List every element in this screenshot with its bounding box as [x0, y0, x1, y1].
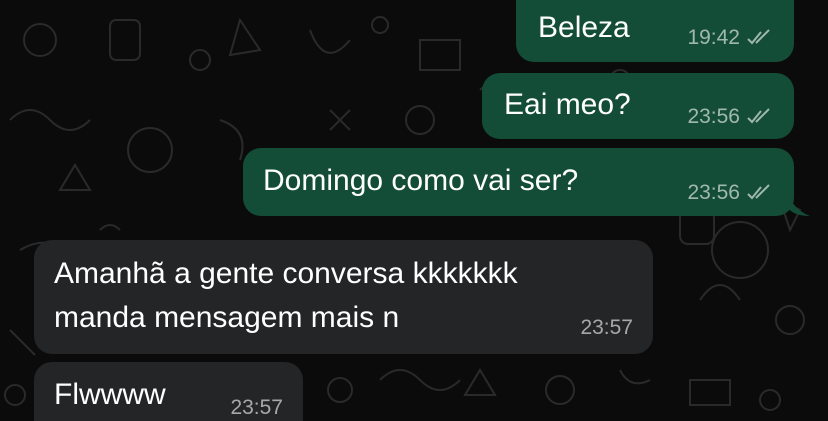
incoming-message[interactable]: Flwwww 23:57 — [34, 362, 303, 421]
message-time: 19:42 — [687, 26, 740, 49]
message-time: 23:56 — [687, 105, 740, 128]
double-check-icon — [747, 184, 770, 200]
message-text: Beleza — [538, 11, 630, 44]
double-check-icon — [747, 29, 770, 45]
message-line: Amanhã a gente conversa kkkkkkk — [54, 257, 518, 290]
message-text: Flwwww — [54, 378, 166, 411]
message-meta: 23:56 — [687, 181, 774, 205]
message-meta: 23:56 — [687, 105, 774, 129]
outgoing-message[interactable]: Domingo como vai ser? 23:56 — [243, 148, 794, 216]
message-time: 23:56 — [687, 181, 740, 204]
chat-view[interactable]: Beleza 19:42 Eai meo? 23:56 Domingo como… — [0, 0, 828, 421]
message-time: 23:57 — [580, 316, 633, 339]
message-text: Domingo como vai ser? — [263, 164, 579, 197]
message-time: 23:57 — [230, 396, 283, 419]
outgoing-message[interactable]: Beleza 19:42 — [516, 0, 794, 62]
double-check-icon — [747, 108, 770, 124]
message-line: manda mensagem mais n — [54, 301, 400, 334]
message-text: Eai meo? — [504, 88, 631, 121]
message-meta: 23:57 — [230, 396, 283, 420]
message-meta: 23:57 — [580, 316, 633, 340]
message-meta: 19:42 — [687, 26, 774, 50]
incoming-message[interactable]: Amanhã a gente conversa kkkkkkk manda me… — [34, 240, 653, 354]
bubble-tail — [788, 194, 810, 216]
outgoing-message[interactable]: Eai meo? 23:56 — [482, 73, 794, 139]
